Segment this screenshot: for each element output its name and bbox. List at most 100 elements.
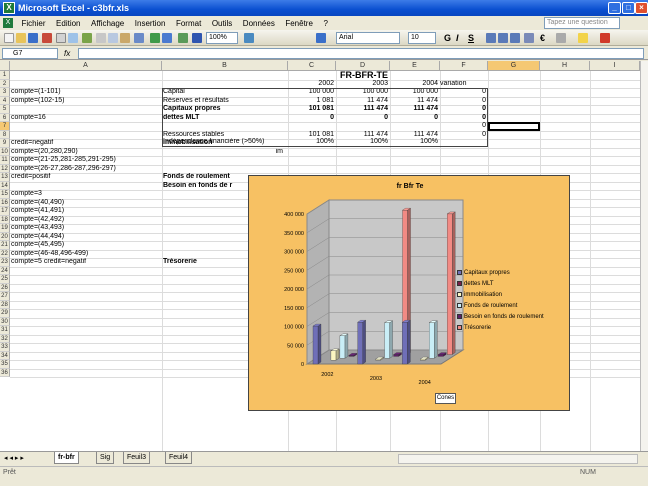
- print-preview-icon[interactable]: [68, 33, 78, 43]
- row-header-35[interactable]: 35: [0, 360, 10, 369]
- align-right-icon[interactable]: [510, 33, 520, 43]
- font-color-picker-icon[interactable]: [316, 33, 326, 43]
- column-header-d[interactable]: D: [336, 61, 390, 71]
- row-header-14[interactable]: 14: [0, 181, 10, 190]
- spelling-icon[interactable]: [82, 33, 92, 43]
- row-header-29[interactable]: 29: [0, 309, 10, 318]
- cones-label[interactable]: Cones: [435, 393, 456, 404]
- year-header-2002[interactable]: 2002: [288, 80, 334, 88]
- menu-edition[interactable]: Edition: [52, 17, 84, 31]
- fx-icon[interactable]: fx: [64, 47, 70, 60]
- fill-color-icon[interactable]: [578, 33, 588, 43]
- hyperlink-icon[interactable]: [150, 33, 160, 43]
- criteria-cell[interactable]: compte=(20,280,290): [11, 148, 161, 156]
- criteria-cell[interactable]: credit=positif: [11, 173, 161, 181]
- close-button[interactable]: ×: [635, 2, 648, 14]
- print-icon[interactable]: [56, 33, 66, 43]
- font-select[interactable]: Arial: [336, 32, 400, 44]
- name-box[interactable]: G7: [2, 48, 58, 59]
- horizontal-scrollbar[interactable]: [398, 454, 638, 464]
- align-center-icon[interactable]: [498, 33, 508, 43]
- row-header-22[interactable]: 22: [0, 249, 10, 258]
- criteria-cell[interactable]: compte=(46-48,496-499): [11, 250, 161, 258]
- criteria-cell[interactable]: compte=3: [11, 190, 161, 198]
- row-header-5[interactable]: 5: [0, 105, 10, 114]
- criteria-cell[interactable]: compte=5 credit=negatif: [11, 258, 161, 266]
- legend-item[interactable]: Besoin en fonds de roulement: [457, 312, 567, 323]
- row-header-20[interactable]: 20: [0, 232, 10, 241]
- criteria-cell[interactable]: compte=(26-27,286-287,296-297): [11, 165, 161, 173]
- column-header-f[interactable]: F: [440, 61, 488, 71]
- sheet-tab-feuil4[interactable]: Feuil4: [165, 452, 193, 464]
- legend-item[interactable]: immobilisation: [457, 290, 567, 301]
- italic-button[interactable]: I: [456, 32, 459, 44]
- cut-icon[interactable]: [96, 33, 106, 43]
- font-color-icon[interactable]: [600, 33, 610, 43]
- column-header-a[interactable]: A: [10, 61, 162, 71]
- help-icon[interactable]: [244, 33, 254, 43]
- minimize-button[interactable]: _: [608, 2, 621, 14]
- legend-item[interactable]: Fonds de roulement: [457, 301, 567, 312]
- row-header-11[interactable]: 11: [0, 156, 10, 165]
- row-header-6[interactable]: 6: [0, 113, 10, 122]
- criteria-cell[interactable]: compte=(43,493): [11, 224, 161, 232]
- row-header-17[interactable]: 17: [0, 207, 10, 216]
- criteria-cell[interactable]: compte=(44,494): [11, 233, 161, 241]
- menu-insertion[interactable]: Insertion: [131, 17, 170, 31]
- menu-fichier[interactable]: Fichier: [18, 17, 50, 31]
- row-header-7[interactable]: 7: [0, 122, 10, 131]
- criteria-cell[interactable]: compte=(41,491): [11, 207, 161, 215]
- formula-input[interactable]: [78, 48, 644, 59]
- merge-center-icon[interactable]: [524, 33, 534, 43]
- menu-format[interactable]: Format: [172, 17, 205, 31]
- legend-item[interactable]: Trésorerie: [457, 323, 567, 334]
- partial-label-cell[interactable]: im: [163, 148, 283, 156]
- autosum-icon[interactable]: [162, 33, 172, 43]
- row-header-19[interactable]: 19: [0, 224, 10, 233]
- sort-icon[interactable]: [178, 33, 188, 43]
- copy-icon[interactable]: [108, 33, 118, 43]
- save-icon[interactable]: [28, 33, 38, 43]
- variation-header[interactable]: variation: [440, 80, 488, 88]
- zoom-select[interactable]: 100%: [206, 32, 238, 44]
- menu-outils[interactable]: Outils: [208, 17, 236, 31]
- embedded-chart[interactable]: 0 50 000 100 000 150 000 200 000 250 000 300 0…: [248, 175, 570, 411]
- font-size-select[interactable]: 10: [408, 32, 436, 44]
- maximize-button[interactable]: □: [622, 2, 635, 14]
- underline-button[interactable]: S: [468, 32, 474, 44]
- undo-icon[interactable]: [134, 33, 144, 43]
- new-icon[interactable]: [4, 33, 14, 43]
- sheet-tab-fr-bfr[interactable]: fr-bfr: [54, 452, 79, 464]
- select-all-corner[interactable]: [0, 61, 10, 71]
- row-header-3[interactable]: 3: [0, 88, 10, 97]
- criteria-cell[interactable]: compte=(42,492): [11, 216, 161, 224]
- row-header-16[interactable]: 16: [0, 198, 10, 207]
- column-header-c[interactable]: C: [288, 61, 336, 71]
- row-header-24[interactable]: 24: [0, 266, 10, 275]
- row-header-8[interactable]: 8: [0, 130, 10, 139]
- menu-fenetre[interactable]: Fenêtre: [281, 17, 317, 31]
- permission-icon[interactable]: [42, 33, 52, 43]
- column-header-e[interactable]: E: [390, 61, 440, 71]
- paste-icon[interactable]: [120, 33, 130, 43]
- year-header-2003[interactable]: 2003: [336, 80, 388, 88]
- row-header-23[interactable]: 23: [0, 258, 10, 267]
- workbook-icon[interactable]: X: [3, 18, 13, 28]
- criteria-cell[interactable]: credit=negatif: [11, 139, 161, 147]
- row-header-34[interactable]: 34: [0, 351, 10, 360]
- row-header-13[interactable]: 13: [0, 173, 10, 182]
- row-header-26[interactable]: 26: [0, 283, 10, 292]
- bold-button[interactable]: G: [444, 32, 451, 44]
- row-header-10[interactable]: 10: [0, 147, 10, 156]
- row-header-9[interactable]: 9: [0, 139, 10, 148]
- menu-help[interactable]: ?: [319, 17, 331, 31]
- row-header-30[interactable]: 30: [0, 317, 10, 326]
- column-header-g[interactable]: G: [488, 61, 540, 71]
- tab-navigation-arrows[interactable]: ◂ ◂ ▸ ▸: [4, 454, 24, 464]
- row-header-21[interactable]: 21: [0, 241, 10, 250]
- currency-button[interactable]: €: [540, 32, 545, 44]
- sheet-tab-feuil3[interactable]: Feuil3: [123, 452, 151, 464]
- row-header-28[interactable]: 28: [0, 300, 10, 309]
- row-header-33[interactable]: 33: [0, 343, 10, 352]
- row-header-4[interactable]: 4: [0, 96, 10, 105]
